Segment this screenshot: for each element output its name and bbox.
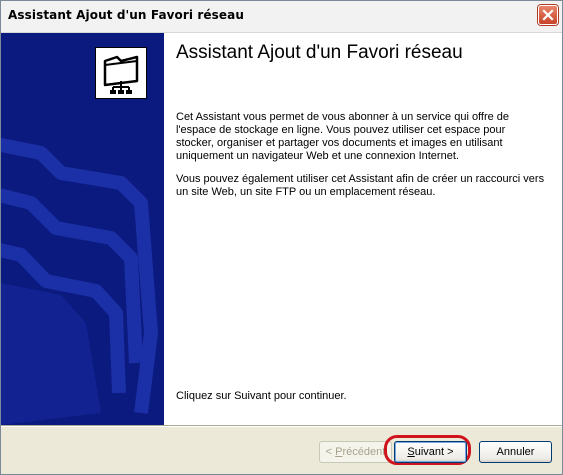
close-icon bbox=[542, 9, 554, 21]
network-folder-icon bbox=[95, 47, 147, 99]
page-heading: Assistant Ajout d'un Favori réseau bbox=[176, 42, 463, 63]
cancel-button[interactable]: Annuler bbox=[479, 441, 552, 463]
previous-button[interactable]: < Précédent bbox=[319, 441, 392, 463]
content-pane: Assistant Ajout d'un Favori réseau Cet A… bbox=[164, 33, 562, 425]
button-bar: < Précédent Suivant > Annuler bbox=[1, 427, 562, 474]
previous-label-prefix: < bbox=[325, 446, 336, 458]
close-button[interactable] bbox=[538, 5, 558, 25]
next-button[interactable]: Suivant > bbox=[394, 441, 467, 463]
next-label-accesskey: S bbox=[407, 446, 415, 458]
secondary-paragraph: Vous pouvez également utiliser cet Assis… bbox=[176, 173, 545, 198]
continue-instruction: Cliquez sur Suivant pour continuer. bbox=[176, 390, 347, 402]
wizard-window: Assistant Ajout d'un Favori réseau Assis… bbox=[0, 0, 563, 475]
title-bar[interactable]: Assistant Ajout d'un Favori réseau bbox=[1, 1, 562, 33]
window-title: Assistant Ajout d'un Favori réseau bbox=[8, 8, 244, 22]
previous-label-rest: récédent bbox=[342, 446, 386, 458]
intro-paragraph: Cet Assistant vous permet de vous abonne… bbox=[176, 111, 510, 162]
next-label-rest: uivant > bbox=[414, 446, 454, 458]
previous-label-accesskey: P bbox=[335, 446, 343, 458]
side-banner bbox=[1, 33, 164, 425]
